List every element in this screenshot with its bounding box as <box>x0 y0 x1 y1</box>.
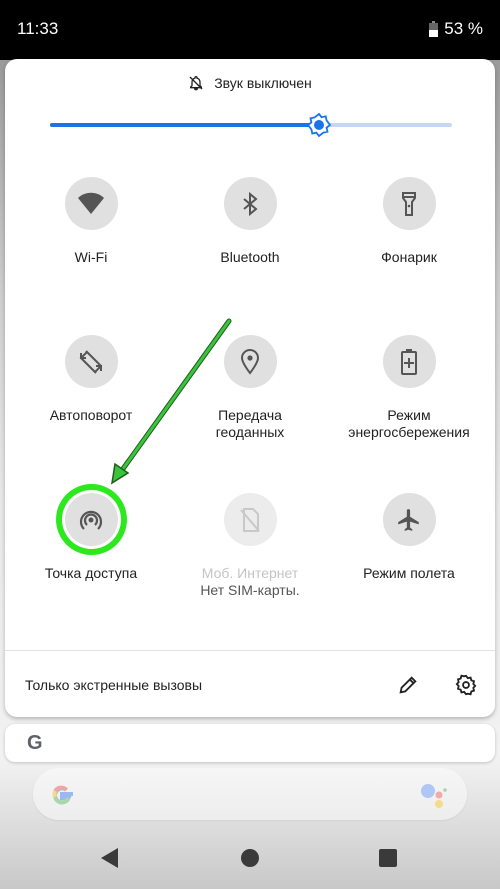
tile-label: Bluetooth <box>220 249 280 265</box>
tile-bluetooth[interactable]: Bluetooth <box>170 177 330 266</box>
status-right: 53 % <box>429 19 483 39</box>
quick-settings-panel: Звук выключен Wi-Fi Bluetooth Фонарик Ав… <box>5 59 495 717</box>
google-logo: G <box>27 732 43 754</box>
tile-location[interactable]: Передача геоданных <box>170 335 330 441</box>
tile-mobile-data: Моб. Интернет Нет SIM-карты. <box>170 493 330 599</box>
tile-label: Точка доступа <box>44 565 138 581</box>
tile-wifi-button[interactable] <box>64 177 118 230</box>
battery-icon <box>429 21 439 37</box>
sound-status-row[interactable]: Звук выключен <box>5 75 495 91</box>
wifi-icon <box>78 192 104 214</box>
location-icon <box>240 348 260 375</box>
autorotate-icon <box>79 349 103 374</box>
flashlight-icon <box>402 191 416 216</box>
tile-hotspot[interactable]: Точка доступа <box>11 493 171 582</box>
settings-gear-icon[interactable] <box>455 674 477 696</box>
tile-label-line2: геоданных <box>215 424 285 440</box>
tile-hotspot-button[interactable] <box>64 493 118 546</box>
tile-label: Фонарик <box>381 249 437 265</box>
tile-autorotate-button[interactable] <box>64 335 118 388</box>
hotspot-icon <box>79 510 103 530</box>
tile-label-line2: энергосбережения <box>348 424 470 440</box>
tile-mobile-data-button <box>223 493 277 546</box>
tile-flashlight[interactable]: Фонарик <box>329 177 489 266</box>
bell-off-icon <box>189 76 203 91</box>
tile-label: Режим энергосбережения <box>348 407 469 441</box>
battery-saver-icon <box>401 348 417 375</box>
tile-label-line1: Передача <box>218 407 282 423</box>
tile-airplane-button[interactable] <box>382 493 436 546</box>
tile-label: Автоповорот <box>49 407 133 423</box>
edit-pencil-icon[interactable] <box>397 674 419 696</box>
navigation-bar <box>0 830 500 889</box>
airplane-icon <box>398 508 419 531</box>
battery-percent: 53 % <box>444 19 483 38</box>
search-widget-card[interactable]: G <box>5 724 495 762</box>
back-button[interactable] <box>98 846 122 870</box>
panel-divider <box>5 650 495 651</box>
tile-flashlight-button[interactable] <box>382 177 436 230</box>
tile-label: Режим полета <box>363 565 455 581</box>
tile-bluetooth-button[interactable] <box>223 177 277 230</box>
brightness-track-fill <box>50 123 320 127</box>
recents-button[interactable] <box>376 846 400 870</box>
tile-location-button[interactable] <box>223 335 277 388</box>
tile-wifi[interactable]: Wi-Fi <box>11 177 171 266</box>
tile-autorotate[interactable]: Автоповорот <box>11 335 171 424</box>
brightness-slider[interactable] <box>50 113 452 137</box>
tile-battery-saver-button[interactable] <box>382 335 436 388</box>
google-assistant-icon[interactable] <box>419 781 449 811</box>
status-bar: 11:33 53 % <box>0 0 500 60</box>
tile-airplane[interactable]: Режим полета <box>329 493 489 582</box>
status-time: 11:33 <box>17 19 59 38</box>
tile-label: Передача геоданных <box>216 407 285 441</box>
brightness-thumb-icon[interactable] <box>307 113 332 137</box>
tile-battery-saver[interactable]: Режим энергосбережения <box>329 335 489 441</box>
sound-status-text: Звук выключен <box>214 75 312 91</box>
home-search-bar[interactable] <box>33 768 467 820</box>
carrier-status-text: Только экстренные вызовы <box>25 677 203 693</box>
no-sim-icon <box>240 507 260 532</box>
tile-label-line1: Режим <box>387 407 431 423</box>
tile-label: Моб. Интернет <box>201 565 299 581</box>
bluetooth-icon <box>243 191 258 216</box>
home-button[interactable] <box>238 846 262 870</box>
tile-label: Wi-Fi <box>74 249 108 265</box>
google-g-icon <box>52 785 73 805</box>
tile-sublabel: Нет SIM-карты. <box>200 582 300 598</box>
